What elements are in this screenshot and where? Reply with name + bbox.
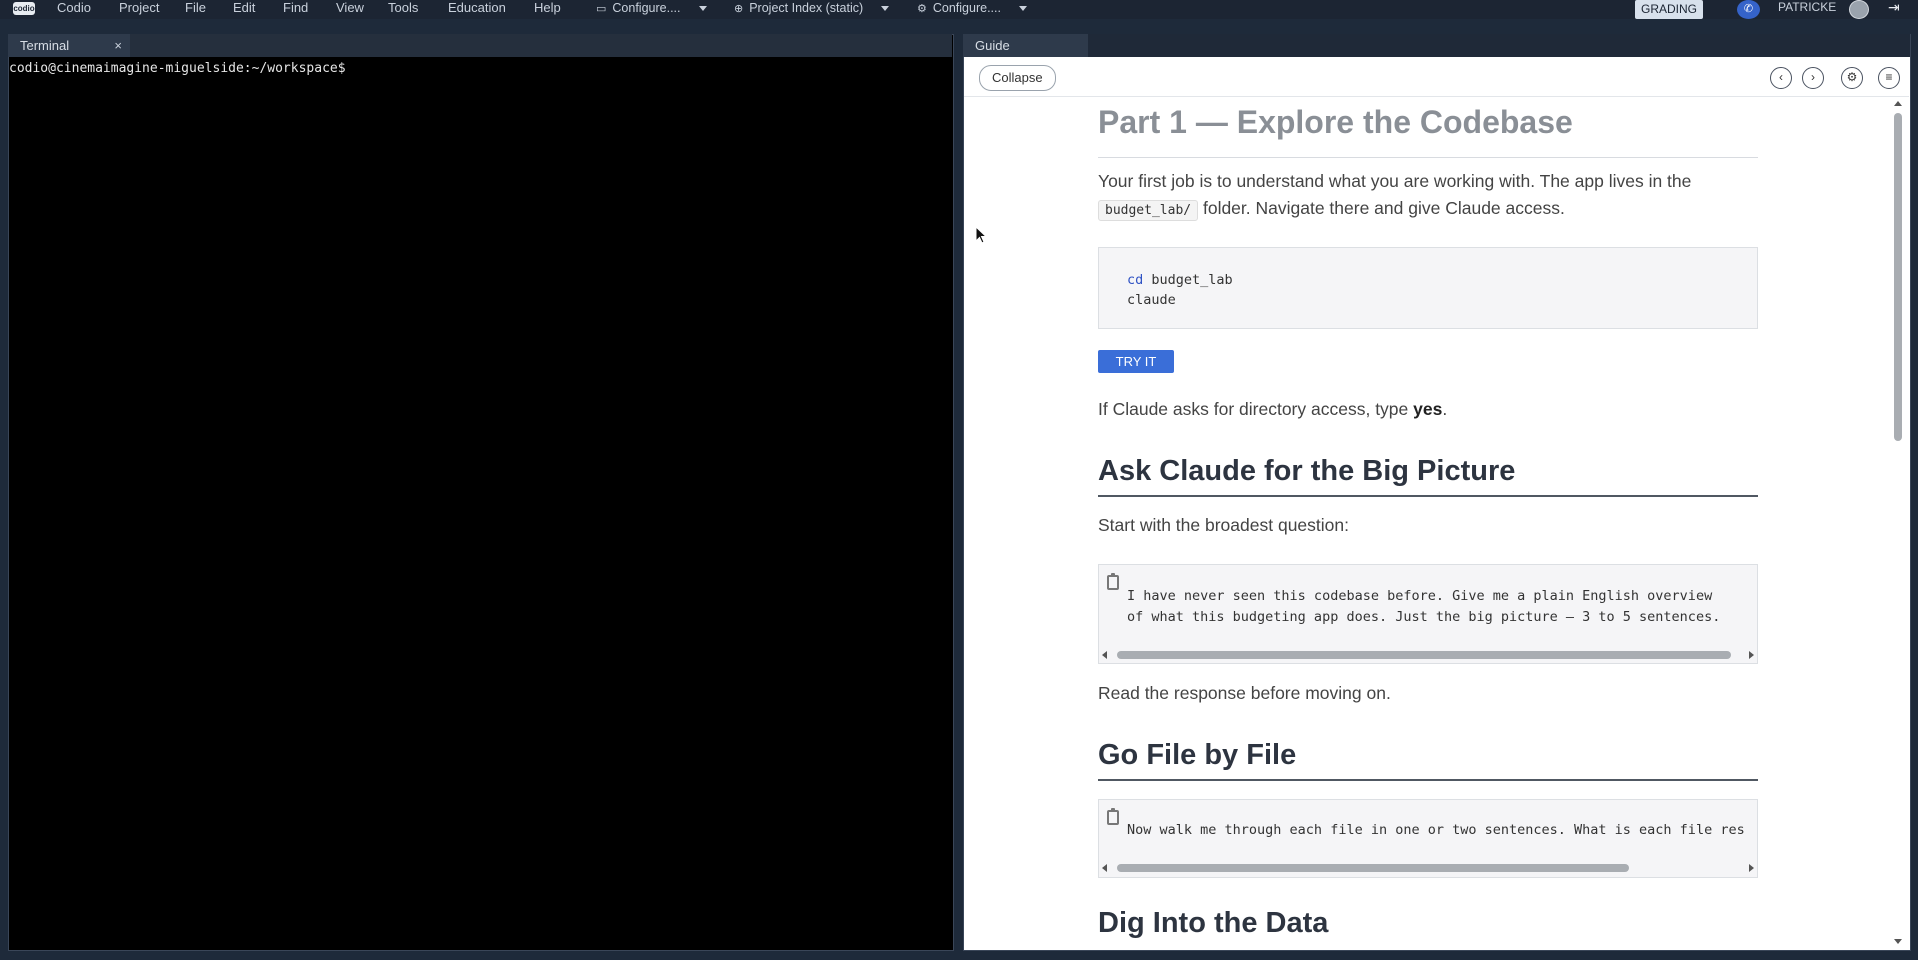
- collapse-button[interactable]: Collapse: [979, 65, 1056, 91]
- access-paragraph: If Claude asks for directory access, typ…: [1098, 396, 1447, 423]
- next-page-icon[interactable]: ›: [1802, 67, 1824, 89]
- codio-logo[interactable]: codio: [13, 2, 35, 15]
- scroll-down-icon[interactable]: [1894, 939, 1902, 944]
- configure-label-1: Configure....: [612, 1, 681, 15]
- scroll-right-icon[interactable]: [1749, 651, 1754, 659]
- avatar[interactable]: [1849, 0, 1869, 19]
- prompt-line-1: I have never seen this codebase before. …: [1127, 588, 1713, 604]
- project-index-dropdown[interactable]: ⊕ Project Index (static): [734, 0, 890, 18]
- gear-icon: ⚙: [917, 3, 927, 15]
- heading-dig-data: Dig Into the Data: [1098, 907, 1329, 939]
- access-end: .: [1442, 399, 1448, 419]
- heading-divider: [1098, 779, 1758, 781]
- menubar: codio Codio Project File Edit Find View …: [0, 0, 1918, 19]
- guide-tab-label: Guide: [975, 38, 1010, 53]
- chevron-down-icon: [698, 6, 707, 12]
- intro-text-b: folder. Navigate there and give Claude a…: [1202, 198, 1565, 218]
- menu-project[interactable]: Project: [119, 0, 159, 15]
- list-icon[interactable]: ≡: [1878, 67, 1900, 89]
- code-line-1: cd budget_lab: [1127, 270, 1233, 290]
- menu-codio[interactable]: Codio: [57, 0, 91, 15]
- configure-dropdown-2[interactable]: ⚙ Configure....: [917, 0, 1027, 18]
- access-text: If Claude asks for directory access, typ…: [1098, 399, 1414, 419]
- scroll-thumb[interactable]: [1894, 113, 1902, 441]
- prompt-block-files[interactable]: Now walk me through each file in one or …: [1098, 799, 1758, 878]
- guide-tabbar: [963, 34, 1910, 57]
- start-paragraph: Start with the broadest question:: [1098, 515, 1349, 535]
- terminal-tab-label: Terminal: [20, 38, 70, 53]
- scroll-left-icon[interactable]: [1102, 864, 1107, 872]
- try-it-button[interactable]: TRY IT: [1098, 350, 1174, 373]
- code-arg: budget_lab: [1143, 272, 1233, 288]
- intro-text-a: Your first job is to understand what you…: [1098, 171, 1692, 191]
- menu-education[interactable]: Education: [448, 0, 506, 15]
- scroll-left-icon[interactable]: [1102, 651, 1107, 659]
- terminal-body[interactable]: codio@cinemaimagine-miguelside:~/workspa…: [9, 59, 951, 948]
- configure-dropdown-1[interactable]: ▭ Configure....: [596, 0, 707, 18]
- page-title: Part 1 — Explore the Codebase: [1098, 104, 1573, 140]
- code-line-2: claude: [1127, 292, 1176, 308]
- vertical-scrollbar[interactable]: [1891, 98, 1905, 947]
- menu-file[interactable]: File: [185, 0, 206, 15]
- scroll-right-icon[interactable]: [1749, 864, 1754, 872]
- chevron-down-icon: [1018, 6, 1027, 12]
- heading-divider: [1098, 495, 1758, 497]
- terminal-prompt: codio@cinemaimagine-miguelside:~/workspa…: [9, 61, 346, 76]
- prompt-line-1: Now walk me through each file in one or …: [1127, 822, 1745, 838]
- settings-icon[interactable]: ⚙: [1841, 67, 1863, 89]
- intro-paragraph: Your first job is to understand what you…: [1098, 168, 1758, 222]
- terminal-icon: ▭: [596, 3, 607, 15]
- scroll-thumb[interactable]: [1117, 864, 1629, 872]
- code-keyword: cd: [1127, 272, 1144, 288]
- heading-file-by-file: Go File by File: [1098, 739, 1297, 771]
- code-block-cd[interactable]: cd budget_lab claude: [1098, 247, 1758, 329]
- read-paragraph: Read the response before moving on.: [1098, 683, 1391, 703]
- configure-label-2: Configure....: [932, 1, 1001, 15]
- grading-badge[interactable]: GRADING: [1635, 0, 1704, 19]
- close-icon[interactable]: ×: [114, 34, 122, 57]
- terminal-tabbar: [8, 34, 952, 57]
- menu-find[interactable]: Find: [283, 0, 308, 15]
- prev-page-icon[interactable]: ‹: [1770, 67, 1792, 89]
- menu-edit[interactable]: Edit: [233, 0, 255, 15]
- heading-big-picture: Ask Claude for the Big Picture: [1098, 455, 1516, 487]
- title-divider: [1098, 157, 1758, 158]
- globe-icon: ⊕: [734, 3, 744, 15]
- prompt-block-overview[interactable]: I have never seen this codebase before. …: [1098, 564, 1758, 664]
- guide-toolbar: [964, 58, 1909, 97]
- horizontal-scrollbar[interactable]: [1099, 648, 1757, 662]
- inline-code-budget-lab: budget_lab/: [1098, 200, 1199, 221]
- logout-icon[interactable]: ⇥: [1888, 0, 1900, 15]
- phone-icon[interactable]: ✆: [1737, 0, 1760, 19]
- project-index-label: Project Index (static): [749, 1, 864, 15]
- scroll-up-icon[interactable]: [1894, 101, 1902, 106]
- horizontal-scrollbar[interactable]: [1099, 861, 1757, 875]
- access-bold: yes: [1413, 399, 1443, 419]
- chevron-down-icon: [881, 6, 890, 12]
- terminal-tab[interactable]: Terminal ×: [8, 34, 130, 57]
- clipboard-icon[interactable]: [1107, 808, 1119, 825]
- scroll-thumb[interactable]: [1117, 651, 1731, 659]
- menu-help[interactable]: Help: [534, 0, 561, 15]
- user-name[interactable]: PATRICKE: [1778, 0, 1836, 15]
- prompt-line-2: of what this budgeting app does. Just th…: [1127, 609, 1721, 625]
- menu-tools[interactable]: Tools: [388, 0, 418, 15]
- mouse-pointer-icon: [975, 226, 987, 244]
- clipboard-icon[interactable]: [1107, 573, 1119, 590]
- guide-tab[interactable]: Guide: [963, 34, 1088, 57]
- menu-view[interactable]: View: [336, 0, 364, 15]
